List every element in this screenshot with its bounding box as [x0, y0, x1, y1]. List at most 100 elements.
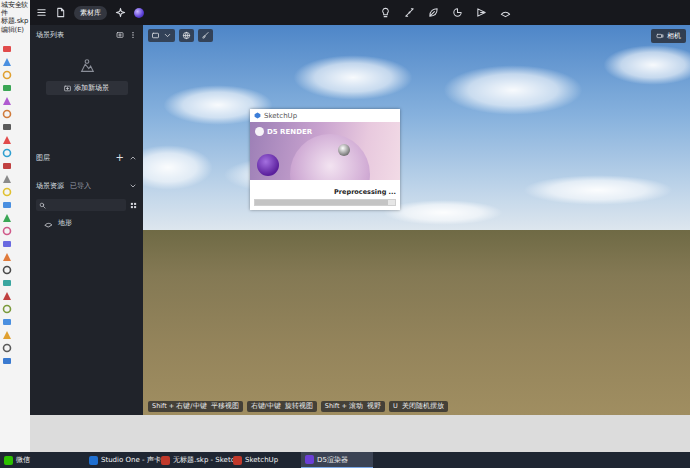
sparkle-icon[interactable] — [115, 7, 126, 18]
assets-title[interactable]: 场景资源 — [36, 181, 64, 191]
tool-icon[interactable] — [2, 200, 12, 210]
d5-window: 素材库场景列表添加新场景图层+场景资源已导入地形相机Shift + 右键/中键平… — [30, 0, 690, 415]
d5-logo: D5 RENDER — [255, 127, 312, 136]
collapse-icon[interactable] — [129, 154, 137, 162]
taskbar-item[interactable]: 微信 — [0, 452, 85, 468]
tool-icon[interactable] — [2, 135, 12, 145]
view-tools — [148, 29, 213, 42]
weather-icon[interactable] — [452, 7, 463, 18]
shortcut-hint: 右键/中键旋转视图 — [247, 401, 317, 412]
chrome-sphere — [338, 144, 350, 156]
globe-icon[interactable] — [182, 31, 191, 40]
progress-track — [254, 199, 396, 206]
hint-action: 旋转视图 — [285, 402, 313, 411]
ai-orb-icon[interactable] — [134, 8, 144, 18]
file-icon[interactable] — [55, 7, 66, 18]
empty-scenes: 添加新场景 — [36, 45, 137, 95]
tool-icon[interactable] — [2, 44, 12, 54]
library-button[interactable]: 素材库 — [74, 6, 107, 20]
add-scene-label: 添加新场景 — [74, 83, 109, 93]
progress-fill — [255, 200, 388, 205]
tool-icon[interactable] — [2, 109, 12, 119]
d5-body: 场景列表添加新场景图层+场景资源已导入地形相机Shift + 右键/中键平移视图… — [30, 25, 690, 415]
d5-logo-icon — [255, 127, 264, 136]
splash-status: Preprocessing ... — [254, 188, 396, 196]
asset-item[interactable]: 地形 — [36, 215, 137, 231]
logo-text: D5 RENDER — [267, 128, 312, 136]
brush-group[interactable] — [198, 29, 213, 42]
tool-icon[interactable] — [2, 187, 12, 197]
brush-icon[interactable] — [201, 31, 210, 40]
asset-label: 地形 — [58, 218, 72, 228]
dropdown-icon[interactable] — [163, 31, 172, 40]
app-icon — [4, 456, 13, 465]
tool-icon[interactable] — [2, 291, 12, 301]
search-field[interactable] — [36, 199, 126, 211]
tool-icon[interactable] — [2, 122, 12, 132]
assets-header: 场景资源已导入 — [36, 177, 137, 195]
terrain-icon — [44, 219, 53, 228]
sketchup-title-line: 标题.skp — [1, 17, 28, 25]
view-mode-icon[interactable] — [151, 31, 160, 40]
camera-button[interactable]: 相机 — [651, 29, 686, 43]
tool-icon[interactable] — [2, 278, 12, 288]
tool-icon[interactable] — [2, 343, 12, 353]
path-icon[interactable] — [404, 7, 415, 18]
tool-icon[interactable] — [2, 213, 12, 223]
tool-icon[interactable] — [2, 356, 12, 366]
left-panel: 场景列表添加新场景图层+场景资源已导入地形 — [30, 25, 143, 415]
view-mode-group[interactable] — [148, 29, 175, 42]
tool-icon[interactable] — [2, 148, 12, 158]
tool-icon[interactable] — [2, 174, 12, 184]
hint-action: 视野 — [367, 402, 381, 411]
tool-icon[interactable] — [2, 252, 12, 262]
cloud — [293, 55, 413, 100]
tool-icon[interactable] — [2, 70, 12, 80]
add-scene-button[interactable]: 添加新场景 — [46, 81, 128, 95]
leaf-icon[interactable] — [428, 7, 439, 18]
globe-group[interactable] — [179, 29, 194, 42]
sketchup-title-line: 编辑(E) — [1, 26, 24, 34]
cloud — [603, 45, 690, 85]
purple-sphere — [257, 154, 279, 176]
taskbar-item[interactable]: SketchUp — [229, 452, 301, 468]
sketchup-toolbar: 城安全软件标题.skp编辑(E) — [0, 0, 30, 452]
grid-icon[interactable] — [130, 202, 137, 209]
sketchup-title-line: 城安全软 — [1, 1, 28, 9]
chevron-icon[interactable] — [129, 182, 137, 190]
hint-key: 右键/中键 — [251, 402, 281, 411]
more-icon[interactable] — [129, 31, 137, 39]
tool-icon[interactable] — [2, 304, 12, 314]
tool-icon[interactable] — [2, 317, 12, 327]
taskbar-label: D5渲染器 — [317, 455, 348, 465]
taskbar-label: 微信 — [16, 455, 30, 465]
tool-icon[interactable] — [2, 161, 12, 171]
taskbar-item[interactable]: D5渲染器 — [301, 452, 373, 468]
effect-icon[interactable] — [476, 7, 487, 18]
top-left: 素材库 — [36, 6, 356, 20]
tool-icon[interactable] — [2, 330, 12, 340]
taskbar-item[interactable]: 无标题.skp - Sketc — [157, 452, 229, 468]
add-layer-button[interactable]: + — [116, 153, 124, 163]
tool-icon[interactable] — [2, 83, 12, 93]
assets-tabs: 场景资源已导入 — [36, 181, 91, 191]
splash-titlebar: SketchUp — [250, 109, 400, 122]
tool-column — [1, 44, 12, 366]
assets-filter[interactable]: 已导入 — [70, 181, 91, 191]
terrain-icon[interactable] — [500, 7, 511, 18]
tool-icon[interactable] — [2, 226, 12, 236]
tool-icon[interactable] — [2, 265, 12, 275]
taskbar-item[interactable]: Studio One - 声卡 — [85, 452, 157, 468]
hint-key: Shift + 滚动 — [325, 402, 363, 411]
light-icon[interactable] — [380, 7, 391, 18]
tool-icon[interactable] — [2, 96, 12, 106]
taskbar-label: Studio One - 声卡 — [101, 455, 161, 465]
search-icon — [39, 202, 46, 209]
viewport[interactable]: 相机Shift + 右键/中键平移视图右键/中键旋转视图Shift + 滚动视野… — [143, 25, 690, 415]
menu-icon[interactable] — [36, 7, 47, 18]
taskbar: 微信 Studio One - 声卡无标题.skp - SketcSketchUp… — [0, 452, 690, 468]
assets-actions — [129, 182, 137, 190]
tool-icon[interactable] — [2, 239, 12, 249]
image-add-icon[interactable] — [116, 31, 124, 39]
tool-icon[interactable] — [2, 57, 12, 67]
